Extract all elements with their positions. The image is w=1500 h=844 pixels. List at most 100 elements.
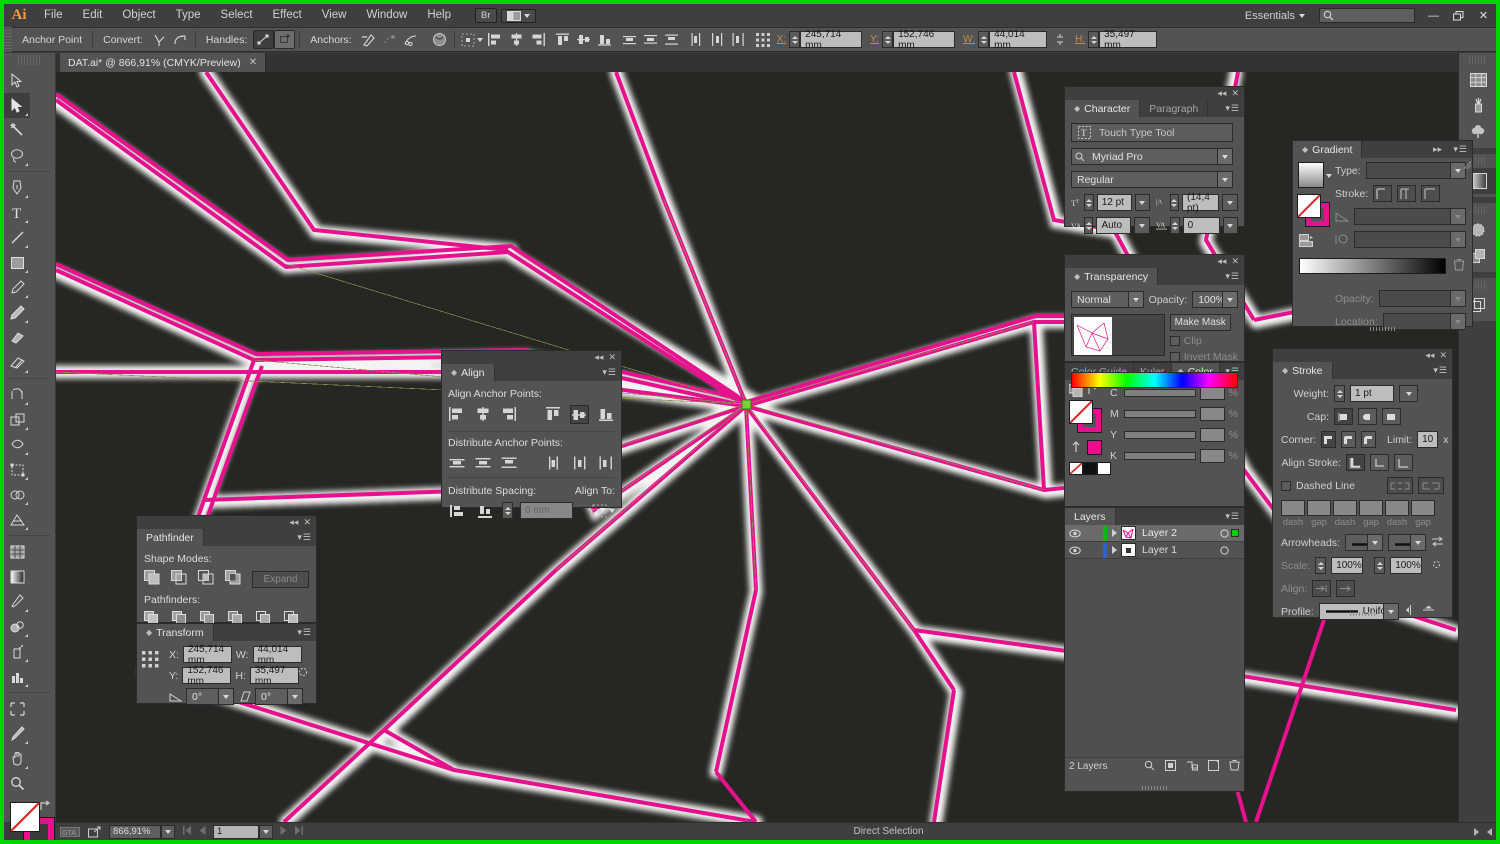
panel-menu-icon[interactable]: ▾☰	[602, 367, 617, 378]
align-left-button[interactable]	[448, 405, 466, 422]
menu-type[interactable]: Type	[166, 4, 211, 27]
tab-transform[interactable]: ◆ Transform	[137, 624, 214, 641]
transform-shear-select[interactable]: 0°	[255, 688, 303, 705]
brushes-panel-icon[interactable]	[1459, 93, 1496, 119]
tool-paintbrush[interactable]	[4, 275, 30, 300]
tool-direct-selection[interactable]	[4, 93, 30, 118]
tool-column-graph[interactable]	[4, 664, 30, 689]
transform-w-field[interactable]: 44,014 mm	[253, 646, 302, 663]
menu-view[interactable]: View	[312, 4, 357, 27]
align-top-button[interactable]	[544, 405, 562, 422]
leading-field[interactable]: (14,4 pt)	[1182, 194, 1219, 211]
align-bottom-button[interactable]	[594, 30, 615, 49]
close-icon[interactable]: ✕	[608, 352, 616, 363]
h-stepper[interactable]	[1088, 31, 1099, 48]
spacing-field[interactable]: 0 mm	[520, 502, 573, 519]
distribute-top-button[interactable]	[619, 30, 640, 49]
y-stepper[interactable]	[882, 31, 893, 48]
panel-drag-dots[interactable]	[1142, 786, 1168, 790]
convert-to-smooth-button[interactable]	[170, 30, 191, 49]
channel-y-slider[interactable]	[1124, 431, 1196, 439]
scale-start-field[interactable]: 100%	[1331, 557, 1363, 574]
tool-shape-builder[interactable]	[4, 482, 30, 507]
close-icon[interactable]: ✕	[249, 57, 257, 68]
tool-mesh[interactable]	[4, 539, 30, 564]
distribute-center-h-button[interactable]	[571, 454, 589, 471]
previous-artboard-button[interactable]	[199, 826, 206, 838]
tool-zoom[interactable]	[4, 771, 30, 796]
tool-slice[interactable]	[4, 721, 30, 746]
align-right-button[interactable]	[499, 405, 517, 422]
dash-field-3[interactable]	[1385, 500, 1409, 516]
weight-stepper[interactable]	[1334, 385, 1345, 402]
tools-panel-grip[interactable]	[18, 55, 41, 65]
tool-line-segment[interactable]	[4, 225, 30, 250]
close-icon[interactable]: ✕	[303, 517, 311, 528]
transform-y-field[interactable]: 152,746 mm	[182, 667, 231, 684]
zoom-level-field[interactable]: 866,91%	[109, 825, 161, 839]
distribute-right-button[interactable]	[597, 454, 615, 471]
arrowhead-end-select[interactable]	[1388, 534, 1426, 551]
bevel-join-button[interactable]	[1361, 431, 1376, 448]
tool-pen[interactable]	[4, 175, 30, 200]
layer-selection-square[interactable]	[1231, 529, 1239, 537]
tab-stroke[interactable]: ◆ Stroke	[1273, 362, 1333, 379]
gradient-fill-stroke-proxy[interactable]	[1297, 194, 1331, 228]
transform-h-field[interactable]: 35,497 mm	[250, 667, 299, 684]
align-center-h-button[interactable]	[474, 405, 492, 422]
channel-c-field[interactable]	[1200, 386, 1225, 400]
tool-eraser[interactable]	[4, 350, 30, 375]
locate-object-icon[interactable]	[1144, 760, 1155, 774]
spacing-stepper[interactable]	[502, 502, 513, 519]
gradient-stroke-along-button[interactable]	[1397, 185, 1416, 202]
kerning-field[interactable]: Auto	[1096, 217, 1131, 234]
minimize-button[interactable]: —	[1421, 4, 1446, 27]
cut-path-button[interactable]	[400, 30, 421, 49]
distribute-left-button[interactable]	[686, 30, 707, 49]
intersect-button[interactable]	[198, 570, 214, 588]
layer-target-indicator[interactable]	[1217, 546, 1231, 555]
next-artboard-button[interactable]	[280, 826, 287, 838]
panel-menu-icon[interactable]: ▾☰	[1453, 144, 1468, 155]
dash-preserve-exact-button[interactable]	[1387, 477, 1413, 494]
layer-visibility-toggle[interactable]	[1065, 546, 1085, 555]
place-arrow-at-end-button[interactable]	[1336, 580, 1355, 597]
make-mask-button[interactable]: Make Mask	[1170, 314, 1231, 331]
panel-menu-icon[interactable]: ▾☰	[1225, 511, 1240, 522]
delete-gradient-stop-icon[interactable]	[1453, 258, 1465, 274]
leading-chevron-down-icon[interactable]	[1222, 194, 1238, 211]
shear-chevron-down-icon[interactable]	[287, 689, 302, 704]
swatches-panel-icon[interactable]	[1459, 67, 1496, 93]
distribute-left-button[interactable]	[545, 454, 563, 471]
transform-each-button[interactable]	[753, 30, 774, 49]
search-input[interactable]	[1319, 8, 1415, 23]
font-style-chevron-down-icon[interactable]	[1217, 172, 1232, 187]
show-handles-button[interactable]	[253, 30, 274, 49]
collapse-icon[interactable]: ◂◂	[289, 517, 298, 528]
dash-field-1[interactable]	[1281, 500, 1305, 516]
thumbnail-preview[interactable]	[1071, 314, 1165, 356]
gap-field-2[interactable]	[1359, 500, 1383, 516]
collapse-icon[interactable]: ◂◂	[594, 352, 603, 363]
tool-magic-wand[interactable]	[4, 118, 30, 143]
weight-field[interactable]: 1 pt	[1350, 385, 1394, 402]
gradient-presets-chevron-down-icon[interactable]	[1326, 174, 1332, 178]
distribute-center-h-button[interactable]	[707, 30, 728, 49]
channel-m-field[interactable]	[1200, 407, 1225, 421]
gradient-angle-chevron-down-icon[interactable]	[1450, 209, 1465, 224]
tracking-field[interactable]: 0	[1183, 217, 1220, 234]
flip-profile-along-icon[interactable]	[1404, 604, 1417, 619]
layer-visibility-toggle[interactable]	[1065, 529, 1085, 538]
gradient-preview-swatch[interactable]	[1298, 162, 1324, 188]
zoom-level-control[interactable]: 866,91%	[105, 823, 179, 841]
gradient-stroke-across-button[interactable]	[1421, 185, 1440, 202]
tool-rotate[interactable]	[4, 382, 30, 407]
resize-grip[interactable]	[1463, 161, 1471, 169]
layer-expand-triangle-icon[interactable]	[1107, 546, 1121, 554]
first-artboard-button[interactable]	[183, 826, 192, 838]
tool-gradient[interactable]	[4, 564, 30, 589]
limit-field[interactable]: 10	[1417, 431, 1438, 448]
gradient-reverse-buttons[interactable]	[1299, 234, 1321, 248]
profile-chevron-down-icon[interactable]	[1383, 604, 1398, 619]
table-row[interactable]: Layer 1	[1065, 542, 1244, 559]
